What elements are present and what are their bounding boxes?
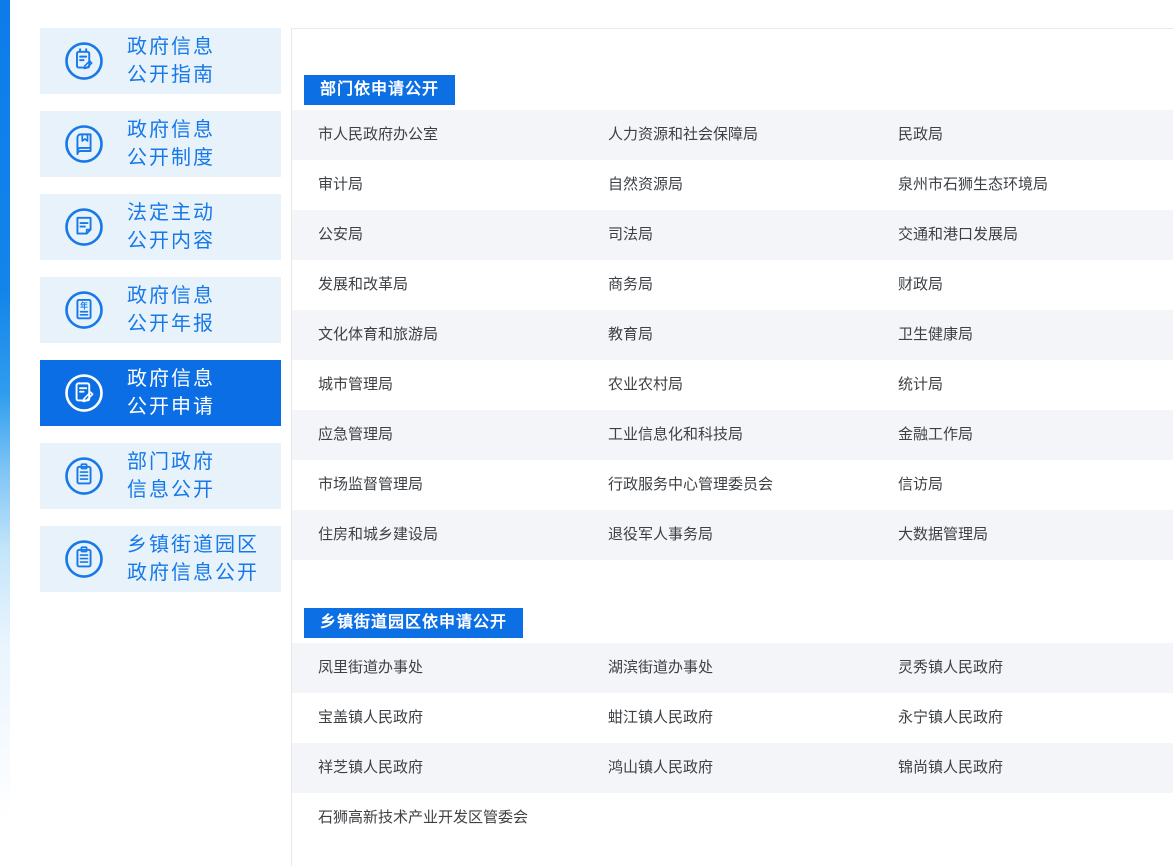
section-badge: 乡镇街道园区依申请公开 bbox=[304, 608, 523, 638]
department-link[interactable]: 城市管理局 bbox=[292, 360, 582, 410]
doc-pencil-icon bbox=[63, 372, 105, 414]
table-row: 石狮高新技术产业开发区管委会 bbox=[292, 793, 1173, 843]
department-link[interactable]: 公安局 bbox=[292, 210, 582, 260]
section-badge: 部门依申请公开 bbox=[304, 75, 455, 105]
book-bookmark-icon bbox=[63, 123, 105, 165]
department-link[interactable]: 文化体育和旅游局 bbox=[292, 310, 582, 360]
annual-report-icon: 年 bbox=[63, 289, 105, 331]
table-row: 审计局自然资源局泉州市石狮生态环境局 bbox=[292, 160, 1173, 210]
department-link[interactable]: 永宁镇人民政府 bbox=[872, 693, 1173, 743]
department-link[interactable]: 退役军人事务局 bbox=[582, 510, 872, 560]
table-row: 市人民政府办公室人力资源和社会保障局民政局 bbox=[292, 110, 1173, 160]
table-row: 祥芝镇人民政府鸿山镇人民政府锦尚镇人民政府 bbox=[292, 743, 1173, 793]
department-link[interactable]: 石狮高新技术产业开发区管委会 bbox=[292, 793, 582, 843]
table-row: 市场监督管理局行政服务中心管理委员会信访局 bbox=[292, 460, 1173, 510]
sidebar-item-label: 部门政府 信息公开 bbox=[127, 448, 215, 504]
department-link[interactable]: 宝盖镇人民政府 bbox=[292, 693, 582, 743]
department-link[interactable]: 自然资源局 bbox=[582, 160, 872, 210]
clipboard-icon bbox=[63, 455, 105, 497]
section-rows: 市人民政府办公室人力资源和社会保障局民政局审计局自然资源局泉州市石狮生态环境局公… bbox=[292, 110, 1173, 560]
table-row: 公安局司法局交通和港口发展局 bbox=[292, 210, 1173, 260]
department-link[interactable]: 卫生健康局 bbox=[872, 310, 1173, 360]
svg-text:年: 年 bbox=[80, 300, 88, 310]
department-link[interactable]: 人力资源和社会保障局 bbox=[582, 110, 872, 160]
department-link[interactable]: 司法局 bbox=[582, 210, 872, 260]
department-link[interactable]: 审计局 bbox=[292, 160, 582, 210]
department-link[interactable]: 祥芝镇人民政府 bbox=[292, 743, 582, 793]
department-link[interactable]: 住房和城乡建设局 bbox=[292, 510, 582, 560]
department-link[interactable]: 锦尚镇人民政府 bbox=[872, 743, 1173, 793]
department-link[interactable]: 民政局 bbox=[872, 110, 1173, 160]
department-link[interactable]: 工业信息化和科技局 bbox=[582, 410, 872, 460]
guide-doc-pen-icon bbox=[63, 40, 105, 82]
sidebar-item-2[interactable]: 政府信息 公开制度 bbox=[40, 111, 281, 177]
department-link[interactable]: 交通和港口发展局 bbox=[872, 210, 1173, 260]
department-link[interactable]: 鸿山镇人民政府 bbox=[582, 743, 872, 793]
sidebar-item-1[interactable]: 政府信息 公开指南 bbox=[40, 28, 281, 94]
department-link[interactable]: 大数据管理局 bbox=[872, 510, 1173, 560]
department-link[interactable]: 灵秀镇人民政府 bbox=[872, 643, 1173, 693]
sections-container: 部门依申请公开 市人民政府办公室人力资源和社会保障局民政局审计局自然资源局泉州市… bbox=[292, 75, 1173, 843]
disclosure-section: 乡镇街道园区依申请公开 凤里街道办事处湖滨街道办事处灵秀镇人民政府宝盖镇人民政府… bbox=[292, 608, 1173, 843]
department-link[interactable]: 泉州市石狮生态环境局 bbox=[872, 160, 1173, 210]
clipboard-icon bbox=[63, 538, 105, 580]
table-row: 应急管理局工业信息化和科技局金融工作局 bbox=[292, 410, 1173, 460]
sidebar-item-6[interactable]: 部门政府 信息公开 bbox=[40, 443, 281, 509]
sidebar-item-7[interactable]: 乡镇街道园区 政府信息公开 bbox=[40, 526, 281, 592]
department-link[interactable]: 市人民政府办公室 bbox=[292, 110, 582, 160]
department-link[interactable]: 商务局 bbox=[582, 260, 872, 310]
department-link[interactable]: 发展和改革局 bbox=[292, 260, 582, 310]
department-link[interactable]: 教育局 bbox=[582, 310, 872, 360]
department-link[interactable]: 行政服务中心管理委员会 bbox=[582, 460, 872, 510]
department-link[interactable]: 市场监督管理局 bbox=[292, 460, 582, 510]
sidebar-item-label: 政府信息 公开制度 bbox=[127, 116, 215, 172]
department-link[interactable]: 农业农村局 bbox=[582, 360, 872, 410]
sidebar: 政府信息 公开指南 政府信息 公开制度 法定主动 公开内容 年 政府信息 公开年… bbox=[40, 28, 281, 609]
department-link[interactable]: 统计局 bbox=[872, 360, 1173, 410]
department-link[interactable]: 应急管理局 bbox=[292, 410, 582, 460]
sidebar-item-4[interactable]: 年 政府信息 公开年报 bbox=[40, 277, 281, 343]
doc-lines-icon bbox=[63, 206, 105, 248]
department-link[interactable]: 信访局 bbox=[872, 460, 1173, 510]
sidebar-item-5[interactable]: 政府信息 公开申请 bbox=[40, 360, 281, 426]
sidebar-item-label: 政府信息 公开年报 bbox=[127, 282, 215, 338]
department-link[interactable]: 金融工作局 bbox=[872, 410, 1173, 460]
department-link[interactable]: 凤里街道办事处 bbox=[292, 643, 582, 693]
table-row: 发展和改革局商务局财政局 bbox=[292, 260, 1173, 310]
sidebar-item-label: 乡镇街道园区 政府信息公开 bbox=[127, 531, 259, 587]
department-link[interactable]: 湖滨街道办事处 bbox=[582, 643, 872, 693]
sidebar-item-label: 政府信息 公开指南 bbox=[127, 33, 215, 89]
sidebar-item-3[interactable]: 法定主动 公开内容 bbox=[40, 194, 281, 260]
table-row: 凤里街道办事处湖滨街道办事处灵秀镇人民政府 bbox=[292, 643, 1173, 693]
table-row: 城市管理局农业农村局统计局 bbox=[292, 360, 1173, 410]
department-link[interactable]: 蚶江镇人民政府 bbox=[582, 693, 872, 743]
sidebar-item-label: 政府信息 公开申请 bbox=[127, 365, 215, 421]
main-panel: 部门依申请公开 市人民政府办公室人力资源和社会保障局民政局审计局自然资源局泉州市… bbox=[291, 28, 1173, 866]
department-link[interactable]: 财政局 bbox=[872, 260, 1173, 310]
section-rows: 凤里街道办事处湖滨街道办事处灵秀镇人民政府宝盖镇人民政府蚶江镇人民政府永宁镇人民… bbox=[292, 643, 1173, 843]
disclosure-section: 部门依申请公开 市人民政府办公室人力资源和社会保障局民政局审计局自然资源局泉州市… bbox=[292, 75, 1173, 560]
table-row: 住房和城乡建设局退役军人事务局大数据管理局 bbox=[292, 510, 1173, 560]
sidebar-item-label: 法定主动 公开内容 bbox=[127, 199, 215, 255]
table-row: 文化体育和旅游局教育局卫生健康局 bbox=[292, 310, 1173, 360]
left-gradient-stripe bbox=[0, 0, 10, 820]
table-row: 宝盖镇人民政府蚶江镇人民政府永宁镇人民政府 bbox=[292, 693, 1173, 743]
